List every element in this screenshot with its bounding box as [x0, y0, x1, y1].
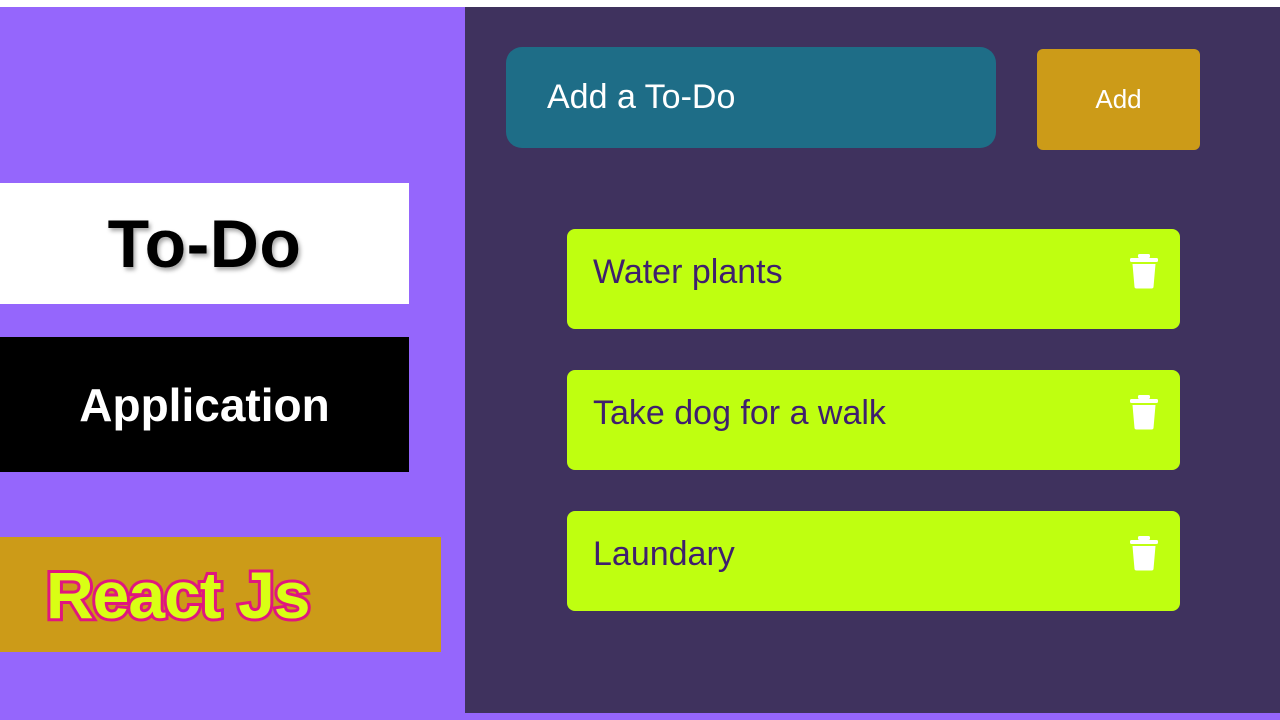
framework-text: React Js — [43, 555, 314, 635]
trash-icon — [1130, 536, 1158, 571]
framework-banner: React Js — [0, 537, 441, 652]
todo-app-panel: Add Water plants Take dog for a walk — [465, 7, 1280, 713]
todo-item: Take dog for a walk — [567, 370, 1180, 470]
title-banner: To-Do — [0, 183, 409, 304]
trash-icon — [1130, 254, 1158, 289]
todo-text: Laundary — [593, 535, 735, 573]
delete-button[interactable] — [1129, 535, 1159, 571]
delete-button[interactable] — [1129, 394, 1159, 430]
todo-item: Water plants — [567, 229, 1180, 329]
title-panel: To-Do Application React Js — [0, 7, 465, 720]
todo-list: Water plants Take dog for a walk Laundar… — [567, 229, 1180, 652]
trash-icon — [1130, 395, 1158, 430]
title-text: To-Do — [107, 205, 302, 282]
todo-text: Take dog for a walk — [593, 394, 886, 432]
subtitle-banner: Application — [0, 337, 409, 472]
todo-item: Laundary — [567, 511, 1180, 611]
todo-text: Water plants — [593, 253, 783, 291]
todo-input[interactable] — [506, 47, 996, 148]
delete-button[interactable] — [1129, 253, 1159, 289]
add-button[interactable]: Add — [1037, 49, 1200, 150]
subtitle-text: Application — [79, 378, 330, 431]
